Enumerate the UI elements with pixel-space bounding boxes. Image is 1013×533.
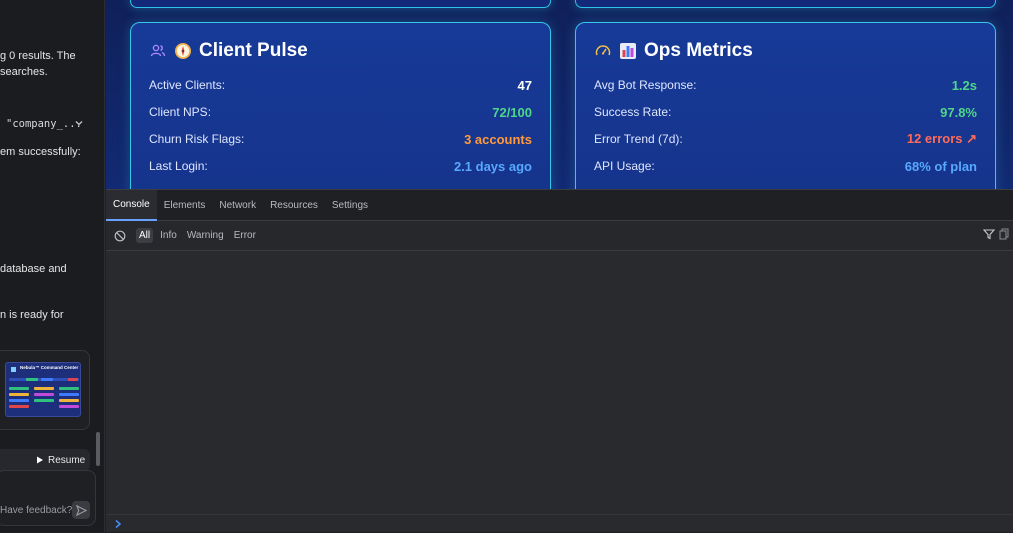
send-icon <box>75 504 87 516</box>
thumbnail-title: Nebula™ Command Center <box>20 365 79 370</box>
bar-chart-icon <box>619 42 637 60</box>
metric-value: 1.2s <box>951 77 977 93</box>
users-icon <box>149 42 167 60</box>
code-value: "company_... <box>6 118 82 130</box>
metric-row: Client NPS: 72/100 <box>149 102 532 122</box>
filter-warning[interactable]: Warning <box>184 228 227 243</box>
app-preview: Client Pulse Active Clients: 47 Client N… <box>106 0 1013 190</box>
filter-error[interactable]: Error <box>231 228 259 243</box>
devtools-tabs: Console Elements Network Resources Setti… <box>106 190 1013 221</box>
metric-label: Churn Risk Flags: <box>149 132 245 146</box>
resume-label: Resume <box>48 454 86 466</box>
metric-label: Success Rate: <box>594 105 672 119</box>
metric-label: API Usage: <box>594 159 655 173</box>
client-pulse-title: Client Pulse <box>199 40 308 61</box>
filter-info[interactable]: Info <box>157 228 180 243</box>
clear-console-icon[interactable] <box>114 230 126 242</box>
feedback-placeholder: Have feedback? <box>0 505 73 516</box>
metric-row: Last Login: 2.1 days ago <box>149 156 532 176</box>
compass-icon <box>174 42 192 60</box>
tab-network[interactable]: Network <box>212 190 263 221</box>
ops-metrics-card: Ops Metrics Avg Bot Response: 1.2s Succe… <box>575 22 996 190</box>
filter-all[interactable]: All <box>136 228 154 243</box>
tab-settings[interactable]: Settings <box>325 190 375 221</box>
send-button[interactable] <box>72 501 90 519</box>
metric-row: Active Clients: 47 <box>149 75 532 95</box>
console-filter-bar: All Info Warning Error <box>106 221 1013 251</box>
metric-row: Churn Risk Flags: 3 accounts <box>149 129 532 149</box>
ops-metrics-title: Ops Metrics <box>644 40 753 61</box>
tab-elements[interactable]: Elements <box>157 190 213 221</box>
chat-text: n is ready for <box>0 309 64 321</box>
tab-resources[interactable]: Resources <box>263 190 325 221</box>
chat-panel: g 0 results. The searches. "company_... … <box>0 0 105 532</box>
metric-value: 72/100 <box>492 104 532 120</box>
console-toolbar-right <box>983 228 1009 240</box>
metric-label: Avg Bot Response: <box>594 78 697 92</box>
metric-row: Error Trend (7d): 12 errors ↗ <box>594 129 977 149</box>
console-output <box>106 251 1013 513</box>
client-pulse-card: Client Pulse Active Clients: 47 Client N… <box>130 22 551 190</box>
screenshot-thumbnail[interactable]: Nebula™ Command Center <box>5 362 81 417</box>
copy-icon[interactable] <box>999 228 1009 240</box>
chevron-down-icon[interactable] <box>74 118 84 128</box>
metric-row: Success Rate: 97.8% <box>594 102 977 122</box>
chat-text: g 0 results. The <box>0 50 76 62</box>
chat-text: database and <box>0 263 67 275</box>
card-title: Ops Metrics <box>594 40 753 62</box>
console-input[interactable] <box>106 514 1013 533</box>
metric-label: Error Trend (7d): <box>594 132 683 146</box>
metric-value: 68% of plan <box>904 158 977 174</box>
metric-row: Avg Bot Response: 1.2s <box>594 75 977 95</box>
tab-console[interactable]: Console <box>106 190 157 221</box>
devtools-panel: Console Elements Network Resources Setti… <box>106 189 1013 532</box>
thumbnail-logo-icon <box>11 367 16 372</box>
chat-text: searches. <box>0 66 48 78</box>
filter-icon[interactable] <box>983 228 995 240</box>
metric-row: API Usage: 68% of plan <box>594 156 977 176</box>
play-icon <box>37 456 43 464</box>
metric-value: 47 <box>517 77 532 93</box>
metric-value: 97.8% <box>940 104 977 120</box>
chat-text: em successfully: <box>0 146 81 158</box>
metric-value: 2.1 days ago <box>453 158 532 174</box>
metric-label: Client NPS: <box>149 105 212 119</box>
metric-label: Last Login: <box>149 159 208 173</box>
upper-card <box>575 0 996 8</box>
metric-value: 3 accounts <box>464 131 532 147</box>
metric-label: Active Clients: <box>149 78 226 92</box>
card-title: Client Pulse <box>149 40 308 62</box>
upper-card <box>130 0 551 8</box>
resume-button[interactable]: Resume <box>36 452 85 468</box>
gauge-icon <box>594 42 612 60</box>
chevron-right-icon <box>115 519 122 529</box>
metric-value: 12 errors ↗ <box>906 131 977 146</box>
chat-scrollbar[interactable] <box>96 432 100 466</box>
